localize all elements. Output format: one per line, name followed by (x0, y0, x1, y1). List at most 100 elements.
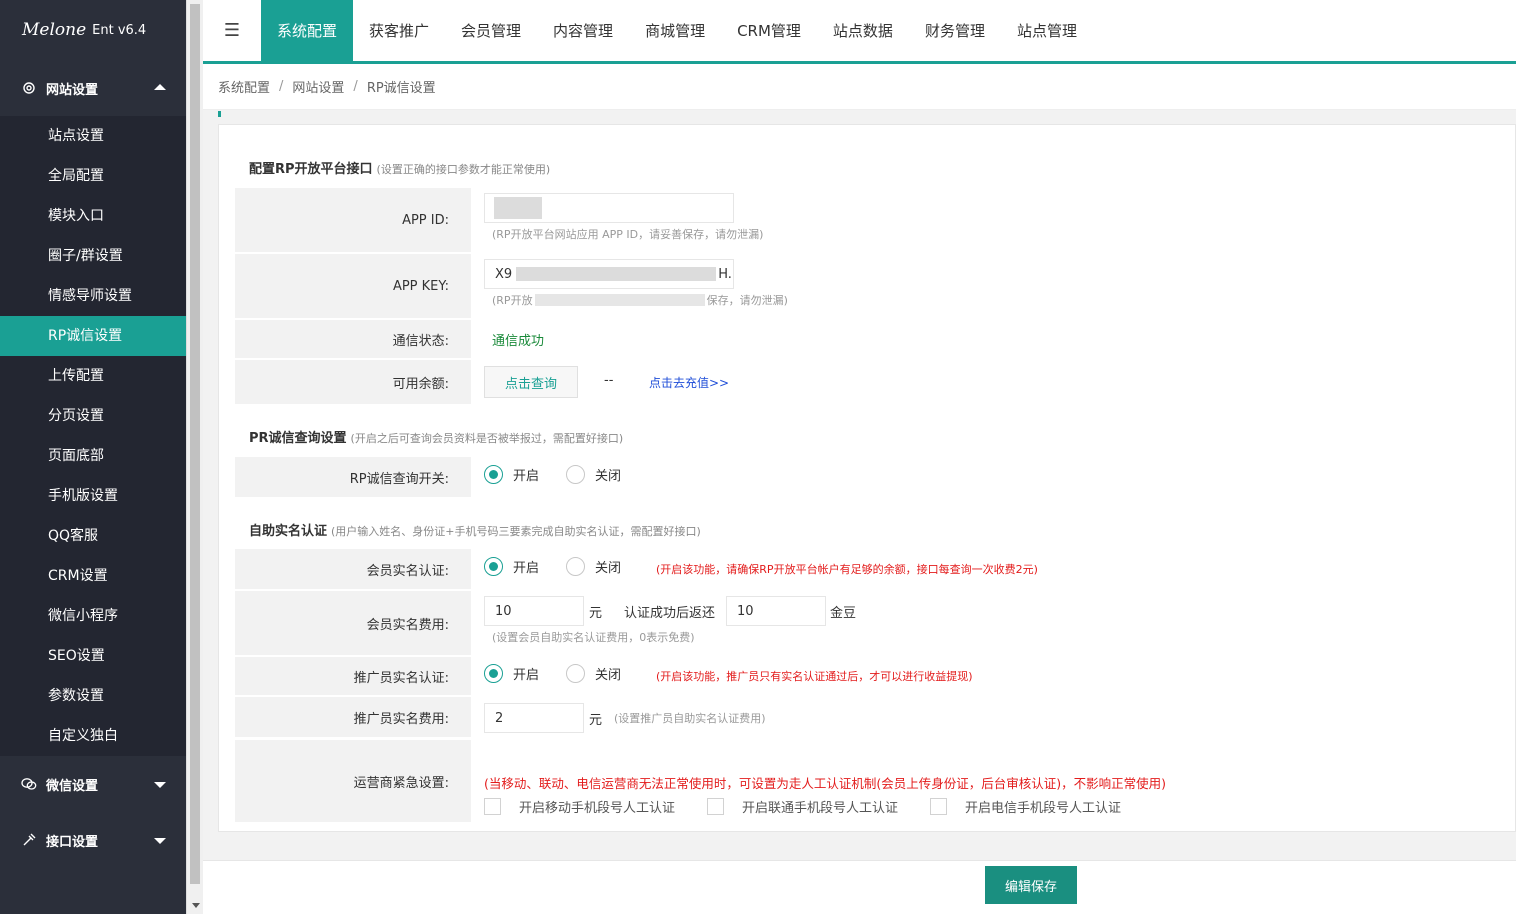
save-button[interactable]: 编辑保存 (985, 866, 1077, 904)
carrier-warning: (当移动、联动、电信运营商无法正常使用时，可设置为走人工认证机制(会员上传身份证… (484, 776, 1167, 791)
sidebar-item-modules[interactable]: 模块入口 (0, 196, 186, 236)
gear-icon (20, 79, 38, 97)
member-fee-unit: 元 (589, 606, 603, 621)
tab-content[interactable]: 内容管理 (537, 0, 629, 61)
accent-bar (218, 111, 221, 117)
query-balance-button[interactable]: 点击查询 (484, 366, 578, 398)
sidebar-item-mobile[interactable]: 手机版设置 (0, 476, 186, 516)
section-hint: (设置正确的接口参数才能正常使用) (376, 163, 551, 176)
sidebar-item-mentor[interactable]: 情感导师设置 (0, 276, 186, 316)
sidebar: Melone Ent v6.4 网站设置 站点设置 全局配置 模块入口 圈子/群… (0, 0, 186, 914)
scrollbar-thumb[interactable] (190, 4, 200, 884)
app-key-value-prefix: X9 (495, 266, 513, 282)
sidebar-item-circle[interactable]: 圈子/群设置 (0, 236, 186, 276)
scroll-down-arrow-icon[interactable] (192, 903, 200, 908)
member-auth-on-radio[interactable]: 开启 (484, 557, 539, 576)
radio-label: 开启 (513, 668, 540, 683)
section-title-realname: 自助实名认证 (用户输入姓名、身份证+手机号码三要素完成自助实名认证，需配置好接口… (249, 520, 701, 539)
breadcrumb-item[interactable]: 网站设置 (292, 77, 344, 96)
promoter-auth-warning: (开启该功能，推广员只有实名认证通过后，才可以进行收益提现) (656, 670, 973, 683)
app-key-help-suffix: 保存，请勿泄漏) (706, 294, 788, 307)
sidebar-item-footer[interactable]: 页面底部 (0, 436, 186, 476)
checkbox-label: 开启电信手机段号人工认证 (965, 801, 1122, 816)
sidebar-item-seo[interactable]: SEO设置 (0, 636, 186, 676)
balance-value: -- (604, 373, 614, 388)
member-auth-warning: (开启该功能，请确保RP开放平台帐户有足够的余额，接口每查询一次收费2元) (656, 563, 1038, 576)
promoter-fee-help: (设置推广员自助实名认证费用) (614, 712, 766, 725)
sidebar-item-params[interactable]: 参数设置 (0, 676, 186, 716)
member-fee-input[interactable]: 10 (484, 596, 584, 626)
sidebar-group-wechat[interactable]: 微信设置 (0, 756, 186, 812)
promoter-auth-on-radio[interactable]: 开启 (484, 664, 539, 683)
sidebar-group-label: 网站设置 (46, 82, 99, 98)
checkbox-label: 开启联通手机段号人工认证 (742, 801, 899, 816)
brand[interactable]: Melone Ent v6.4 (0, 0, 186, 60)
section-title-text: 自助实名认证 (249, 524, 328, 539)
member-auth-off-radio[interactable]: 关闭 (566, 557, 621, 576)
redaction-mask (516, 267, 717, 281)
app-key-label: APP KEY: (235, 254, 471, 318)
carrier-telecom-checkbox[interactable]: 开启电信手机段号人工认证 (930, 797, 1121, 816)
promoter-auth-off-radio[interactable]: 关闭 (566, 664, 621, 683)
breadcrumb-separator: / (353, 79, 358, 94)
carrier-mobile-checkbox[interactable]: 开启移动手机段号人工认证 (484, 797, 675, 816)
wechat-icon (20, 775, 38, 793)
promoter-fee-unit: 元 (589, 713, 603, 728)
query-switch-on-radio[interactable]: 开启 (484, 465, 539, 484)
sidebar-item-monologue[interactable]: 自定义独白 (0, 716, 186, 756)
query-switch-off-radio[interactable]: 关闭 (566, 465, 621, 484)
member-fee-return-input[interactable]: 10 (726, 596, 826, 626)
redaction-mask (534, 294, 705, 306)
checkbox-unchecked-icon (930, 798, 947, 815)
status-label: 通信状态: (235, 320, 471, 358)
sidebar-item-site[interactable]: 站点设置 (0, 116, 186, 156)
carrier-unicom-checkbox[interactable]: 开启联通手机段号人工认证 (707, 797, 898, 816)
sidebar-item-upload[interactable]: 上传配置 (0, 356, 186, 396)
radio-checked-icon (484, 465, 503, 484)
member-fee-return-unit: 金豆 (830, 606, 857, 621)
member-auth-label: 会员实名认证: (235, 549, 471, 589)
sidebar-item-crm[interactable]: CRM设置 (0, 556, 186, 596)
radio-unchecked-icon (566, 664, 585, 683)
checkbox-unchecked-icon (707, 798, 724, 815)
section-hint: (用户输入姓名、身份证+手机号码三要素完成自助实名认证，需配置好接口) (331, 525, 701, 538)
sidebar-item-qq[interactable]: QQ客服 (0, 516, 186, 556)
sidebar-item-paging[interactable]: 分页设置 (0, 396, 186, 436)
tab-site-data[interactable]: 站点数据 (817, 0, 909, 61)
section-hint: (开启之后可查询会员资料是否被举报过，需配置好接口) (350, 432, 624, 445)
radio-checked-icon (484, 664, 503, 683)
section-title-text: PR诚信查询设置 (249, 431, 347, 446)
balance-label: 可用余额: (235, 360, 471, 404)
app-key-input[interactable]: X9 H. (484, 259, 734, 289)
breadcrumb-item[interactable]: 系统配置 (218, 77, 270, 96)
sidebar-scrollbar[interactable] (186, 0, 203, 914)
sidebar-group-website[interactable]: 网站设置 (0, 60, 186, 116)
tab-finance[interactable]: 财务管理 (909, 0, 1001, 61)
tab-members[interactable]: 会员管理 (445, 0, 537, 61)
tab-site-admin[interactable]: 站点管理 (1001, 0, 1093, 61)
recharge-link[interactable]: 点击去充值>> (649, 374, 729, 391)
sidebar-item-rp[interactable]: RP诚信设置 (0, 316, 186, 356)
tab-system-config[interactable]: 系统配置 (261, 0, 354, 61)
radio-checked-icon (484, 557, 503, 576)
promoter-fee-input[interactable]: 2 (484, 703, 584, 733)
sidebar-group-label: 微信设置 (46, 778, 99, 794)
top-nav: ☰ 系统配置 获客推广 会员管理 内容管理 商城管理 CRM管理 站点数据 财务… (203, 0, 1516, 64)
radio-unchecked-icon (566, 465, 585, 484)
app-key-value-suffix: H. (718, 266, 732, 282)
sidebar-item-miniprogram[interactable]: 微信小程序 (0, 596, 186, 636)
tab-shop[interactable]: 商城管理 (629, 0, 721, 61)
tab-crm[interactable]: CRM管理 (721, 0, 817, 61)
checkbox-label: 开启移动手机段号人工认证 (519, 801, 676, 816)
query-switch-label: RP诚信查询开关: (235, 457, 471, 497)
breadcrumb-item-current: RP诚信设置 (366, 81, 436, 96)
menu-toggle-icon[interactable]: ☰ (203, 0, 261, 61)
radio-label: 关闭 (595, 561, 622, 576)
sidebar-group-api[interactable]: 接口设置 (0, 812, 186, 868)
breadcrumb: 系统配置 / 网站设置 / RP诚信设置 (203, 64, 1516, 110)
tab-acquisition[interactable]: 获客推广 (353, 0, 445, 61)
sidebar-item-global[interactable]: 全局配置 (0, 156, 186, 196)
member-fee-return-label: 认证成功后返还 (624, 606, 716, 621)
radio-label: 开启 (513, 561, 540, 576)
app-id-help: (RP开放平台网站应用 APP ID，请妥善保存，请勿泄漏) (492, 228, 764, 241)
